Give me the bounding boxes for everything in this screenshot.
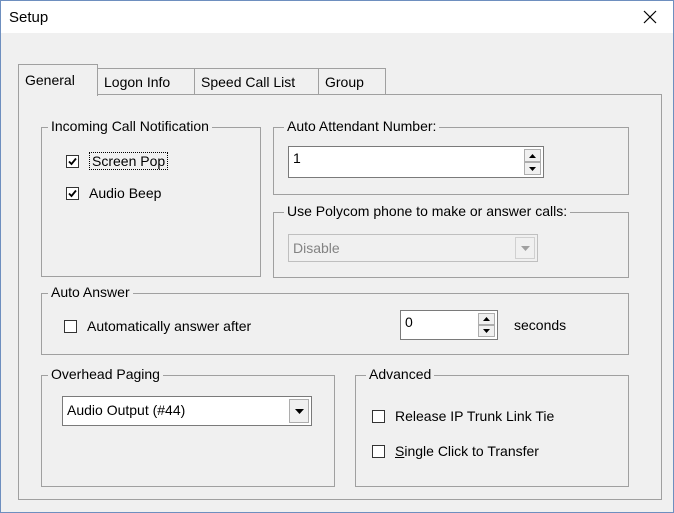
checkmark-icon [68,189,77,197]
audio-beep-check-box[interactable] [66,186,79,200]
screen-pop-label: Screen Pop [89,152,169,170]
tab-logon-info[interactable]: Logon Info [97,68,195,94]
overhead-paging-group: Overhead Paging Audio Output (#44) [41,366,335,487]
polycom-legend: Use Polycom phone to make or answer call… [284,203,571,219]
auto-answer-seconds-spinner[interactable]: 0 [400,310,498,340]
title-bar: Setup [1,1,673,33]
auto-answer-legend: Auto Answer [48,284,133,300]
window-title: Setup [9,9,49,26]
auto-attendant-group: Auto Attendant Number: 1 [273,118,629,195]
spin-down-icon [483,329,490,333]
auto-attendant-number-spinner[interactable]: 1 [288,146,544,178]
spin-down-icon [529,166,536,171]
screen-pop-check-box[interactable] [66,154,79,168]
single-click-transfer-checkbox[interactable]: Single Click to Transfer [372,443,539,459]
polycom-mode-select[interactable]: Disable [288,234,538,262]
seconds-unit-label: seconds [514,317,567,333]
auto-attendant-legend: Auto Attendant Number: [284,118,440,134]
single-click-label-rest: ingle Click to Transfer [404,443,539,459]
auto-answer-check-box[interactable] [64,319,77,333]
tab-label: Logon Info [104,74,171,90]
tab-general[interactable]: General [18,64,98,96]
tab-label: General [25,72,75,88]
overhead-paging-select[interactable]: Audio Output (#44) [62,396,312,426]
advanced-legend: Advanced [366,366,435,382]
checkmark-icon [68,157,77,165]
auto-answer-group: Auto Answer Automatically answer after 0… [41,284,629,355]
incoming-call-notification-group: Incoming Call Notification Screen Pop Au… [41,118,261,277]
polycom-group: Use Polycom phone to make or answer call… [273,203,629,278]
tab-label: Speed Call List [201,74,296,90]
spin-up-button[interactable] [524,149,541,162]
tab-label: Group [325,74,364,90]
advanced-group: Advanced Release IP Trunk Link Tie Singl… [355,366,629,487]
close-icon [643,10,657,24]
spin-up-icon [483,317,490,321]
tab-group[interactable]: Group [318,68,386,94]
spin-up-icon [529,153,536,158]
single-click-transfer-label: Single Click to Transfer [395,443,539,459]
single-click-transfer-check-box[interactable] [372,444,385,458]
screen-pop-checkbox[interactable]: Screen Pop [66,152,169,170]
auto-answer-seconds-value: 0 [405,314,413,330]
spin-up-button[interactable] [478,313,495,325]
dropdown-arrow-button[interactable] [289,399,309,423]
overhead-paging-value: Audio Output (#44) [67,402,186,418]
auto-answer-spin-buttons [478,313,495,337]
auto-attendant-number-value: 1 [293,150,301,166]
tab-speed-call-list[interactable]: Speed Call List [194,68,319,94]
polycom-mode-value: Disable [293,240,340,256]
overhead-paging-legend: Overhead Paging [48,366,163,382]
spin-down-button[interactable] [478,325,495,337]
release-ip-trunk-checkbox[interactable]: Release IP Trunk Link Tie [372,408,554,424]
release-ip-trunk-check-box[interactable] [372,409,385,423]
auto-attendant-spin-buttons [524,149,541,175]
mnemonic-letter: S [395,443,405,459]
audio-beep-label: Audio Beep [89,185,162,201]
audio-beep-checkbox[interactable]: Audio Beep [66,185,161,201]
release-ip-trunk-label: Release IP Trunk Link Tie [395,408,555,424]
setup-dialog: Setup General Logon Info Speed Call List… [0,0,674,513]
auto-answer-label: Automatically answer after [87,318,252,334]
spin-down-button[interactable] [524,162,541,175]
chevron-down-icon [520,245,530,251]
dropdown-arrow-button[interactable] [515,237,535,259]
incoming-call-notification-legend: Incoming Call Notification [48,118,212,134]
chevron-down-icon [294,408,304,414]
auto-answer-checkbox[interactable]: Automatically answer after [64,318,251,334]
close-button[interactable] [627,1,673,33]
